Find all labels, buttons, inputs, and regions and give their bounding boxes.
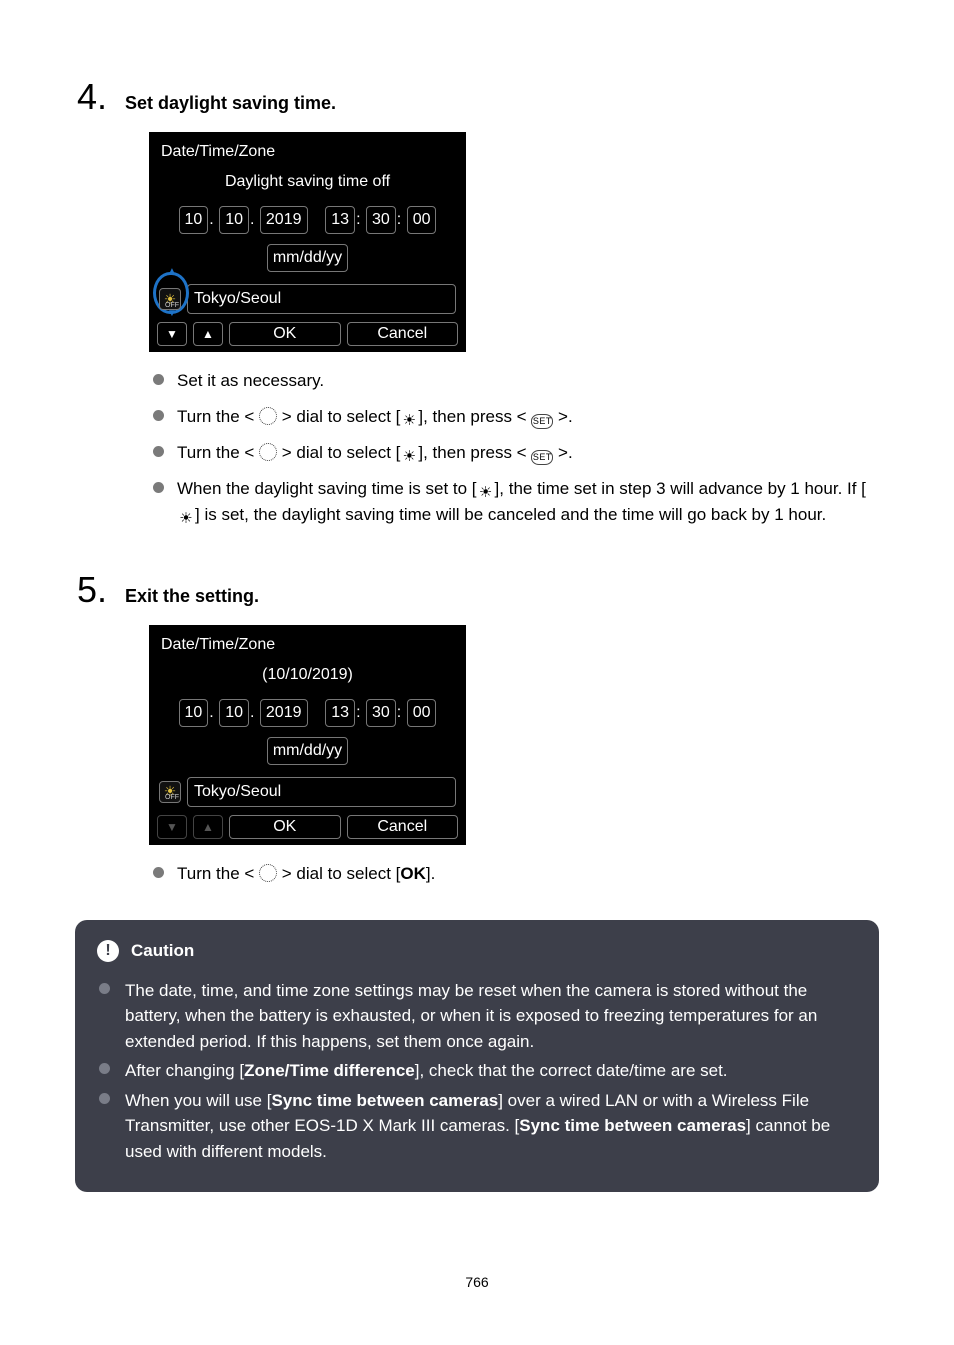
sun-on-icon: ☀ — [400, 448, 418, 466]
screen5-format-row: mm/dd/yy — [157, 733, 458, 773]
step-5-content: Date/Time/Zone (10/10/2019) 10. 10. 2019… — [149, 625, 879, 887]
step4-notes: Set it as necessary. Turn the < > dial t… — [149, 368, 879, 529]
screen4-subtitle: Daylight saving time off — [157, 170, 458, 200]
caution-header: ! Caution — [97, 938, 857, 964]
screen4-bottom-row: ▼ ▲ OK Cancel — [157, 322, 458, 346]
screen4-down-arrow: ▼ — [157, 322, 187, 346]
screen4-up-arrow: ▲ — [193, 322, 223, 346]
screen4-hour: 13 — [325, 206, 355, 234]
screen4-datetime-row: 10. 10. 2019 13: 30: 00 — [157, 200, 458, 240]
step4-note-4: When the daylight saving time is set to … — [149, 476, 879, 529]
screen4-format: mm/dd/yy — [267, 244, 348, 272]
step-4-heading: Set daylight saving time. — [125, 90, 336, 117]
screen5-subtitle: (10/10/2019) — [157, 663, 458, 693]
screen5-down-arrow: ▼ — [157, 815, 187, 839]
screen4-format-row: mm/dd/yy — [157, 240, 458, 280]
screen4-tz-row: ▲ ▼ ☀ OFF Tokyo/Seoul — [157, 280, 458, 322]
caution-item-3: When you will use [Sync time between cam… — [97, 1088, 857, 1165]
step4-note-2: Turn the < > dial to select [☀︎], then p… — [149, 404, 879, 430]
screen5-bottom-row: ▼ ▲ OK Cancel — [157, 815, 458, 839]
step-5-header: 5. Exit the setting. — [75, 563, 879, 617]
step-5-number: 5. — [75, 563, 125, 617]
caution-title: Caution — [131, 938, 194, 964]
sun-off-icon: ☀︎ — [177, 511, 195, 529]
camera-screen-exit: Date/Time/Zone (10/10/2019) 10. 10. 2019… — [149, 625, 466, 845]
caution-box: ! Caution The date, time, and time zone … — [75, 920, 879, 1192]
screen4-timezone: Tokyo/Seoul — [187, 284, 456, 314]
caution-item-2: After changing [Zone/Time difference], c… — [97, 1058, 857, 1084]
dst-off-icon: ☀ OFF — [159, 288, 181, 310]
screen4-second: 00 — [407, 206, 437, 234]
screen4-title: Date/Time/Zone — [157, 138, 458, 170]
screen4-ok: OK — [229, 322, 341, 346]
sun-on-icon: ☀ — [477, 484, 495, 502]
page-number: 766 — [75, 1272, 879, 1293]
screen5-cancel: Cancel — [347, 815, 459, 839]
dst-off-icon: ☀ OFF — [159, 781, 181, 803]
set-icon: SET — [531, 414, 553, 429]
step5-note-1: Turn the < > dial to select [OK]. — [149, 861, 879, 887]
dial-icon — [259, 864, 277, 882]
screen5-day: 10 — [219, 699, 249, 727]
step4-note-3: Turn the < > dial to select [☀], then pr… — [149, 440, 879, 466]
step4-note-1: Set it as necessary. — [149, 368, 879, 394]
screen5-format: mm/dd/yy — [267, 737, 348, 765]
caution-icon: ! — [97, 940, 119, 962]
step5-notes: Turn the < > dial to select [OK]. — [149, 861, 879, 887]
caution-item-1: The date, time, and time zone settings m… — [97, 978, 857, 1055]
screen4-minute: 30 — [366, 206, 396, 234]
step-5-heading: Exit the setting. — [125, 583, 259, 610]
set-icon: SET — [531, 450, 553, 465]
dial-icon — [259, 407, 277, 425]
step-4-content: Date/Time/Zone Daylight saving time off … — [149, 132, 879, 529]
screen5-title: Date/Time/Zone — [157, 631, 458, 663]
screen5-timezone: Tokyo/Seoul — [187, 777, 456, 807]
step-4-header: 4. Set daylight saving time. — [75, 70, 879, 124]
sun-off-icon: ☀︎ — [400, 412, 418, 430]
screen5-ok: OK — [229, 815, 341, 839]
screen5-up-arrow: ▲ — [193, 815, 223, 839]
screen5-second: 00 — [407, 699, 437, 727]
camera-screen-dst: Date/Time/Zone Daylight saving time off … — [149, 132, 466, 352]
screen5-minute: 30 — [366, 699, 396, 727]
screen5-year: 2019 — [260, 699, 308, 727]
screen4-year: 2019 — [260, 206, 308, 234]
step-4-number: 4. — [75, 70, 125, 124]
caution-list: The date, time, and time zone settings m… — [97, 978, 857, 1165]
screen5-month: 10 — [179, 699, 209, 727]
screen4-month: 10 — [179, 206, 209, 234]
screen5-datetime-row: 10. 10. 2019 13: 30: 00 — [157, 693, 458, 733]
screen5-hour: 13 — [325, 699, 355, 727]
screen4-cancel: Cancel — [347, 322, 459, 346]
dial-icon — [259, 443, 277, 461]
screen5-tz-row: ☀ OFF Tokyo/Seoul — [157, 773, 458, 815]
screen4-day: 10 — [219, 206, 249, 234]
